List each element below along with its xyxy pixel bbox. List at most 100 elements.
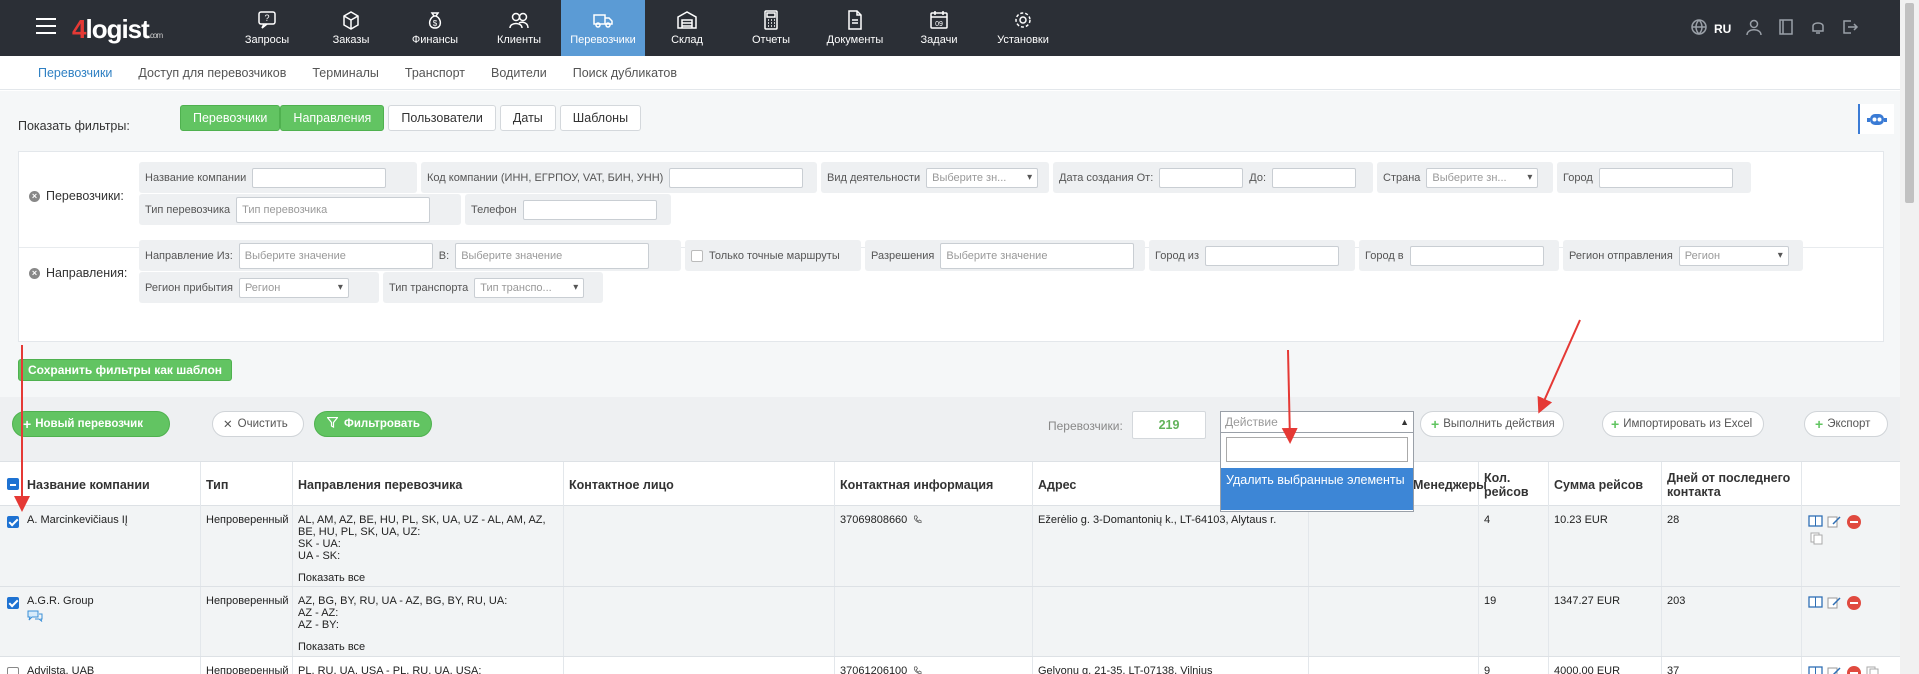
delete-icon[interactable]: [1846, 514, 1861, 529]
city-from-input[interactable]: [1205, 245, 1339, 266]
close-icon[interactable]: ×: [29, 267, 40, 279]
city-input[interactable]: [1598, 167, 1733, 188]
nav-settings[interactable]: Установки: [981, 0, 1065, 56]
region-arrival-select[interactable]: Регион: [238, 277, 349, 298]
bell-icon[interactable]: [1809, 18, 1827, 39]
edit-icon[interactable]: [1827, 514, 1842, 529]
col-sum[interactable]: Сумма рейсов: [1549, 462, 1662, 507]
show-all-link[interactable]: Показать все: [298, 572, 558, 584]
edit-icon[interactable]: [1827, 595, 1842, 610]
app-window: 4logist.com ? Запросы Заказы $ Финансы К…: [0, 0, 1919, 674]
filter-tab-directions[interactable]: Направления: [280, 105, 385, 131]
delete-icon[interactable]: [1846, 595, 1861, 610]
cell-company[interactable]: Advilsta, UAB: [22, 657, 201, 674]
company-code-input[interactable]: [669, 167, 804, 188]
book-icon[interactable]: [1808, 595, 1823, 610]
cell-company[interactable]: A.G.R. Group: [22, 587, 201, 656]
select-all-checkbox[interactable]: [7, 478, 19, 490]
nav-orders[interactable]: Заказы: [309, 0, 393, 56]
subnav-duplicates[interactable]: Поиск дубликатов: [573, 66, 677, 80]
book-icon[interactable]: [1808, 665, 1823, 674]
carrier-type-input[interactable]: Тип перевозчика: [236, 196, 431, 223]
user-icon[interactable]: [1745, 18, 1763, 39]
row-checkbox[interactable]: [7, 516, 19, 528]
show-filters-label: Показать фильтры:: [18, 119, 130, 133]
filter-tab-dates[interactable]: Даты: [499, 105, 556, 131]
filter-tab-users[interactable]: Пользователи: [388, 105, 496, 131]
subnav-carriers[interactable]: Перевозчики: [38, 66, 112, 80]
edit-icon[interactable]: [1827, 665, 1842, 674]
activity-select[interactable]: Выберите зн...: [926, 167, 1039, 188]
exact-routes-checkbox[interactable]: [691, 249, 703, 262]
col-days[interactable]: Дней от последнего контакта: [1662, 462, 1802, 507]
logout-icon[interactable]: [1841, 18, 1859, 39]
permissions-input[interactable]: Выберите значение: [940, 242, 1135, 269]
row-checkbox[interactable]: [7, 667, 19, 674]
logo[interactable]: 4logist.com: [72, 14, 163, 45]
nav-carriers[interactable]: Перевозчики: [561, 0, 645, 56]
export-button[interactable]: + Экспорт: [1804, 411, 1888, 437]
phone-input[interactable]: [522, 199, 657, 220]
action-select[interactable]: Действие ▲: [1220, 411, 1414, 433]
cell-company[interactable]: A. Marcinkevičiaus IĮ: [22, 506, 201, 586]
book-icon[interactable]: [1808, 514, 1823, 529]
import-excel-button[interactable]: + Импортировать из Excel: [1602, 411, 1764, 437]
language-selector[interactable]: RU: [1714, 22, 1731, 36]
new-carrier-button[interactable]: + Новый перевозчик: [12, 411, 170, 437]
globe-icon[interactable]: [1690, 18, 1708, 39]
col-contact-info[interactable]: Контактная информация: [835, 462, 1033, 507]
hamburger-menu-icon[interactable]: [36, 18, 56, 34]
region-departure-select[interactable]: Регион: [1678, 245, 1789, 266]
phone-icon[interactable]: [913, 515, 922, 524]
table-row[interactable]: A.G.R. Group Непроверенный AZ, BG, BY, R…: [0, 587, 1900, 657]
col-type[interactable]: Тип: [201, 462, 293, 507]
subnav-carrier-access[interactable]: Доступ для перевозчиков: [138, 66, 286, 80]
nav-finance[interactable]: $ Финансы: [393, 0, 477, 56]
delete-selected-option[interactable]: Удалить выбранные элементы: [1221, 468, 1413, 510]
nav-documents[interactable]: Документы: [813, 0, 897, 56]
save-filters-template-button[interactable]: Сохранить фильтры как шаблон: [18, 359, 233, 381]
col-contact[interactable]: Контактное лицо: [564, 462, 835, 507]
scrollbar-thumb[interactable]: [1905, 3, 1914, 203]
robot-icon[interactable]: [1858, 104, 1894, 134]
table-row[interactable]: A. Marcinkevičiaus IĮ Непроверенный AL, …: [0, 506, 1900, 587]
col-trips[interactable]: Кол. рейсов: [1479, 462, 1549, 507]
table-row[interactable]: Advilsta, UAB Непроверенный PL, RU, UA, …: [0, 657, 1900, 674]
close-icon[interactable]: ×: [29, 190, 40, 202]
phone-icon[interactable]: [913, 666, 922, 674]
filter-button[interactable]: Фильтровать: [314, 411, 432, 437]
nav-tasks[interactable]: 09 Задачи: [897, 0, 981, 56]
country-select[interactable]: Выберите зн...: [1426, 167, 1539, 188]
date-to-input[interactable]: [1272, 167, 1357, 188]
col-directions[interactable]: Направления перевозчика: [293, 462, 564, 507]
subnav-drivers[interactable]: Водители: [491, 66, 547, 80]
warehouse-icon: [676, 10, 698, 30]
copy-icon[interactable]: [1865, 665, 1880, 674]
transport-type-select[interactable]: Тип транспо...: [474, 277, 585, 298]
filter-tab-templates[interactable]: Шаблоны: [559, 105, 642, 131]
nav-requests[interactable]: ? Запросы: [225, 0, 309, 56]
city-to-input[interactable]: [1409, 245, 1544, 266]
subnav-terminals[interactable]: Терминалы: [312, 66, 379, 80]
nav-clients[interactable]: Клиенты: [477, 0, 561, 56]
filter-tab-carriers[interactable]: Перевозчики: [180, 105, 281, 131]
clear-button[interactable]: ✕ Очистить: [212, 411, 304, 437]
nav-warehouse[interactable]: Склад: [645, 0, 729, 56]
copy-icon[interactable]: [1810, 532, 1823, 548]
direction-to-input[interactable]: Выберите значение: [455, 242, 650, 269]
row-checkbox[interactable]: [7, 597, 19, 609]
direction-from-input[interactable]: Выберите значение: [238, 242, 433, 269]
perform-actions-button[interactable]: + Выполнить действия: [1420, 411, 1564, 437]
book-icon[interactable]: [1777, 18, 1795, 39]
nav-reports[interactable]: Отчеты: [729, 0, 813, 56]
cell-contact: [564, 587, 835, 656]
col-company[interactable]: Название компании: [22, 462, 201, 507]
show-all-link[interactable]: Показать все: [298, 641, 558, 653]
delete-icon[interactable]: [1846, 665, 1861, 674]
chat-icon[interactable]: [27, 610, 43, 622]
company-name-input[interactable]: [252, 167, 387, 188]
close-icon: ✕: [223, 419, 233, 431]
dropdown-search-input[interactable]: [1226, 437, 1408, 462]
date-from-input[interactable]: [1159, 167, 1244, 188]
subnav-transport[interactable]: Транспорт: [405, 66, 465, 80]
